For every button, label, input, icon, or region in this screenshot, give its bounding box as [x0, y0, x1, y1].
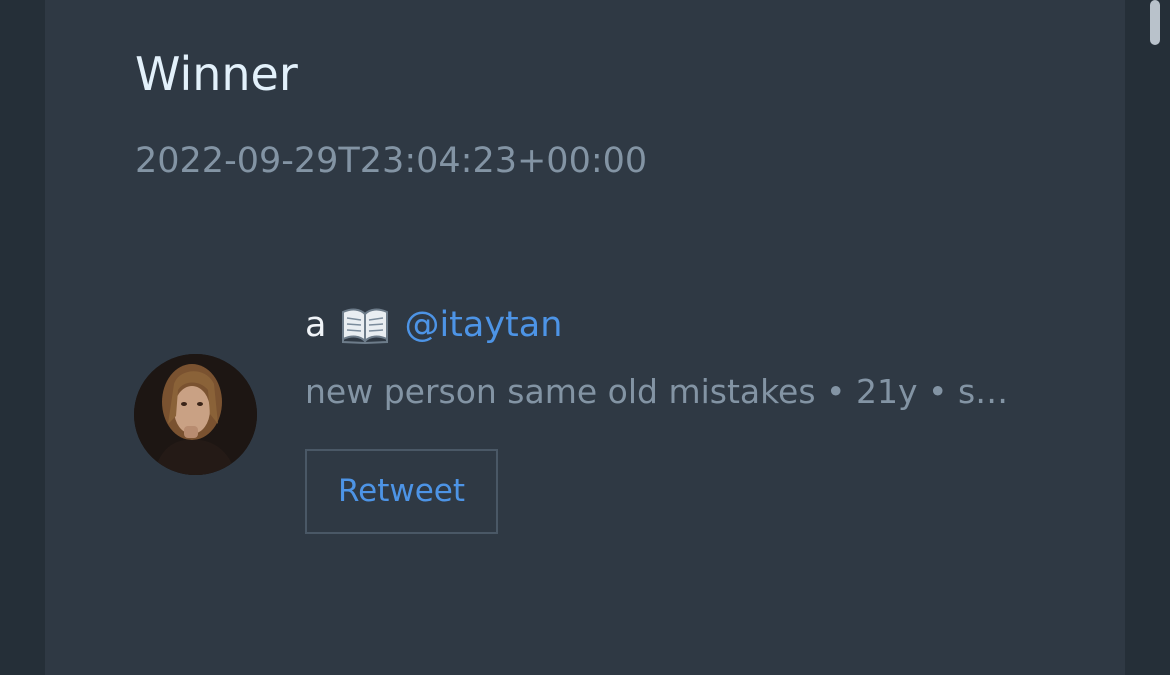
user-handle-link[interactable]: @itaytan [404, 300, 562, 350]
user-name-row: a @itaytan [305, 300, 562, 350]
post-timestamp: 2022-09-29T23:04:23+00:00 [135, 141, 648, 181]
avatar-image [134, 354, 257, 475]
display-name: a [305, 305, 327, 345]
scrollbar-thumb[interactable] [1150, 0, 1160, 45]
avatar[interactable] [134, 354, 257, 475]
retweet-button[interactable]: Retweet [305, 449, 498, 534]
page: Winner 2022-09-29T23:04:23+00:00 a @itay… [0, 0, 1170, 675]
post-title: Winner [135, 47, 298, 101]
post-card: Winner 2022-09-29T23:04:23+00:00 a @itay… [45, 0, 1125, 675]
book-icon [340, 306, 390, 345]
user-bio: new person same old mistakes • 21y • s… [305, 372, 1009, 411]
